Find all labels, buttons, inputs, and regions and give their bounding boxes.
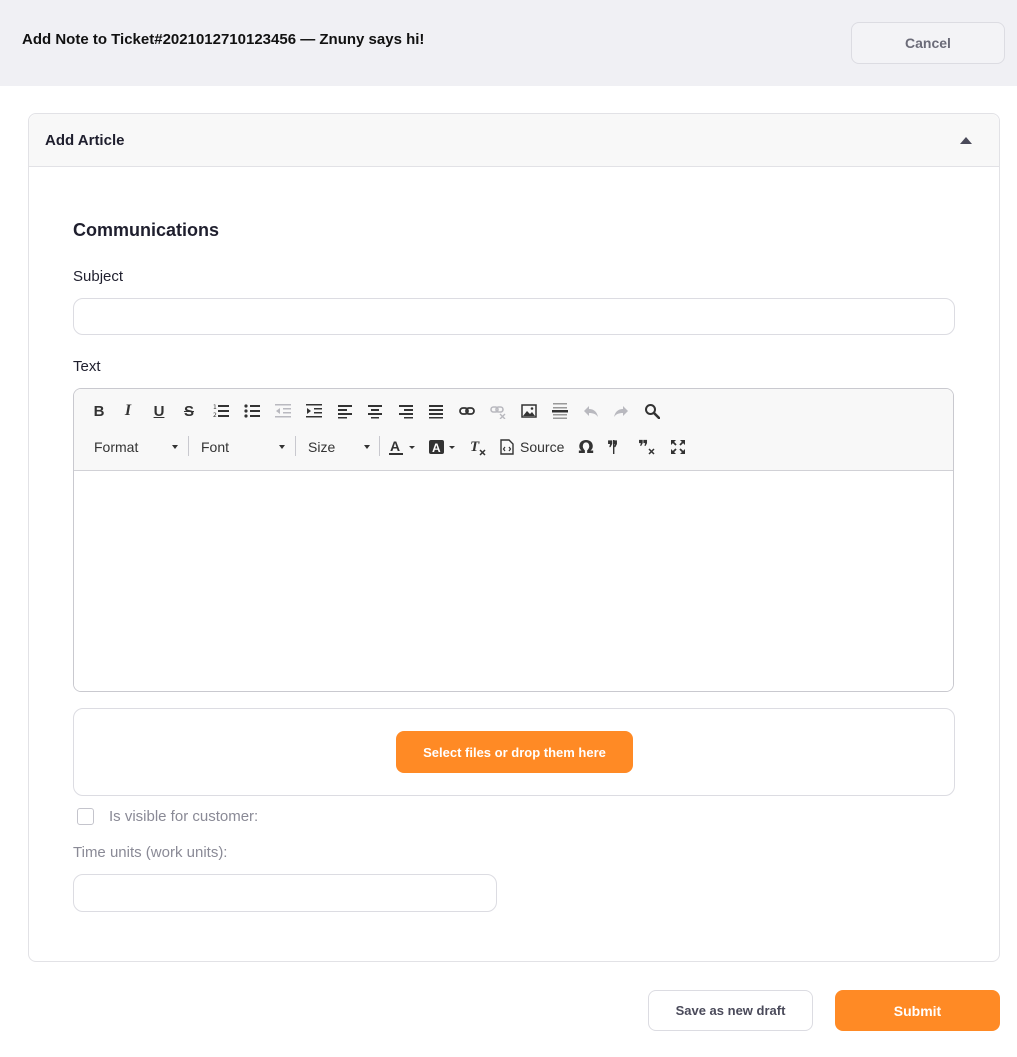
numbered-list-icon[interactable]: 12 — [212, 399, 230, 423]
size-label: Size — [308, 439, 336, 455]
chevron-down-icon — [364, 445, 370, 449]
source-button[interactable]: Source — [500, 435, 568, 459]
text-color-icon[interactable]: A — [389, 435, 417, 459]
svg-text:❞: ❞ — [607, 439, 619, 455]
source-icon — [500, 439, 514, 455]
collapse-icon[interactable] — [960, 137, 972, 144]
format-dropdown[interactable]: Format — [94, 435, 178, 459]
size-dropdown[interactable]: Size — [308, 435, 370, 459]
align-center-icon[interactable] — [366, 399, 384, 423]
file-dropzone[interactable]: Select files or drop them here — [73, 708, 955, 796]
editor-toolbar: B I U S 12 Format Font Size A A T Source… — [74, 389, 953, 471]
toolbar-separator — [188, 436, 189, 456]
source-label: Source — [520, 439, 565, 455]
toolbar-separator — [379, 436, 380, 456]
link-icon[interactable] — [458, 399, 476, 423]
align-right-icon[interactable] — [397, 399, 415, 423]
cancel-button[interactable]: Cancel — [851, 22, 1005, 64]
align-justify-icon[interactable] — [427, 399, 445, 423]
text-label: Text — [73, 358, 101, 375]
remove-blockquote-icon[interactable]: ❞ — [637, 435, 657, 459]
time-units-input[interactable] — [73, 874, 497, 912]
blockquote-icon[interactable]: ❞ — [606, 435, 626, 459]
subject-input[interactable] — [73, 298, 955, 335]
editor-content-area[interactable] — [74, 471, 953, 691]
find-icon[interactable] — [643, 399, 661, 423]
widget-title: Add Article — [45, 132, 125, 149]
font-dropdown[interactable]: Font — [201, 435, 285, 459]
svg-text:1: 1 — [213, 404, 217, 411]
outdent-icon[interactable] — [274, 399, 292, 423]
indent-icon[interactable] — [305, 399, 323, 423]
align-left-icon[interactable] — [336, 399, 354, 423]
background-color-icon[interactable]: A — [429, 435, 457, 459]
visible-for-customer-checkbox[interactable] — [77, 808, 94, 825]
rich-text-editor: B I U S 12 Format Font Size A A T Source… — [73, 388, 954, 692]
widget-header[interactable]: Add Article — [29, 114, 999, 167]
svg-text:2: 2 — [213, 412, 217, 419]
subject-label: Subject — [73, 268, 124, 285]
redo-icon[interactable] — [612, 399, 630, 423]
special-character-icon[interactable]: Ω — [576, 435, 596, 459]
bold-icon[interactable]: B — [90, 399, 108, 423]
bulleted-list-icon[interactable] — [243, 399, 261, 423]
italic-icon[interactable]: I — [120, 399, 136, 423]
save-draft-button[interactable]: Save as new draft — [648, 990, 813, 1031]
maximize-icon[interactable] — [668, 435, 688, 459]
svg-text:T: T — [470, 439, 480, 455]
horizontal-line-icon[interactable] — [551, 399, 569, 423]
time-units-label: Time units (work units): — [73, 844, 228, 861]
dialog-header: Add Note to Ticket#2021012710123456 — Zn… — [0, 0, 1017, 86]
visible-for-customer-label: Is visible for customer: — [109, 808, 259, 825]
dialog-title: Add Note to Ticket#2021012710123456 — Zn… — [22, 31, 425, 48]
chevron-down-icon — [172, 445, 178, 449]
submit-button[interactable]: Submit — [835, 990, 1000, 1031]
undo-icon[interactable] — [582, 399, 600, 423]
remove-format-icon[interactable]: T — [469, 435, 487, 459]
unlink-icon[interactable] — [489, 399, 507, 423]
select-files-button[interactable]: Select files or drop them here — [396, 731, 633, 773]
strikethrough-icon[interactable]: S — [180, 399, 198, 423]
chevron-down-icon — [279, 445, 285, 449]
font-label: Font — [201, 439, 230, 455]
section-title: Communications — [73, 220, 220, 240]
svg-text:A: A — [432, 441, 441, 455]
format-label: Format — [94, 439, 139, 455]
underline-icon[interactable]: U — [150, 399, 168, 423]
svg-text:A: A — [390, 438, 400, 454]
toolbar-separator — [295, 436, 296, 456]
svg-text:❞: ❞ — [638, 439, 649, 455]
image-icon[interactable] — [520, 399, 538, 423]
